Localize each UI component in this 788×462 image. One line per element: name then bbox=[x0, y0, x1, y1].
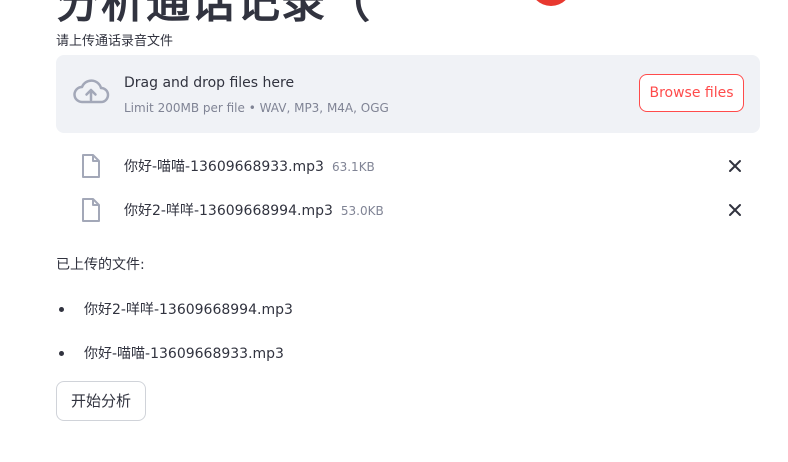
uploader-label: 请上传通话录音文件 bbox=[56, 34, 174, 49]
remove-file-icon[interactable] bbox=[728, 158, 742, 172]
emoji-icon bbox=[530, 0, 572, 6]
start-analysis-button[interactable]: 开始分析 bbox=[56, 381, 146, 421]
uploaded-file-row: 你好2-咩咩-13609668994.mp3 53.0KB bbox=[56, 189, 760, 229]
file-icon bbox=[80, 197, 102, 223]
file-size: 63.1KB bbox=[331, 160, 375, 174]
file-icon bbox=[80, 153, 102, 179]
dropzone-instructions: Drag and drop files here bbox=[124, 75, 295, 91]
browse-files-button[interactable]: Browse files bbox=[639, 74, 744, 112]
dropzone-limit: Limit 200MB per file • WAV, MP3, M4A, OG… bbox=[124, 101, 389, 115]
bullet-icon bbox=[59, 351, 64, 356]
bullet-icon bbox=[59, 307, 64, 312]
cloud-upload-icon bbox=[72, 77, 110, 107]
file-name: 你好2-咩咩-13609668994.mp3 bbox=[124, 203, 333, 219]
file-dropzone[interactable]: Drag and drop files here Limit 200MB per… bbox=[56, 55, 760, 133]
page-title: 分析通话记录（ bbox=[56, 0, 371, 28]
uploaded-files-heading: 已上传的文件: bbox=[56, 257, 145, 273]
list-item-text: 你好-喵喵-13609668933.mp3 bbox=[84, 346, 284, 362]
file-name: 你好-喵喵-13609668933.mp3 bbox=[124, 159, 324, 175]
remove-file-icon[interactable] bbox=[728, 202, 742, 216]
list-item-text: 你好2-咩咩-13609668994.mp3 bbox=[84, 302, 293, 318]
file-size: 53.0KB bbox=[340, 204, 384, 218]
uploaded-file-row: 你好-喵喵-13609668933.mp3 63.1KB bbox=[56, 145, 760, 185]
